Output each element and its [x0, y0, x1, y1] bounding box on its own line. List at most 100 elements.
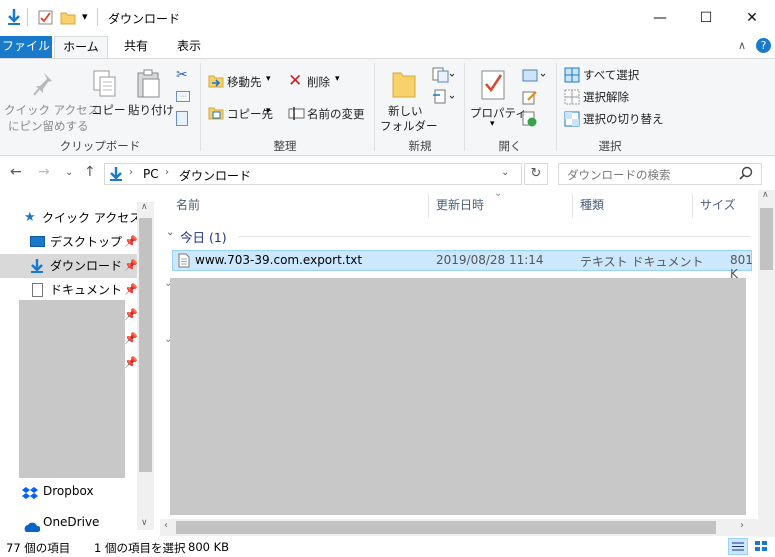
- close-button[interactable]: ✕: [729, 0, 775, 36]
- nav-scroll-thumb[interactable]: [139, 218, 152, 472]
- status-item-count: 77 個の項目: [6, 541, 71, 555]
- new-item-icon[interactable]: [432, 67, 455, 86]
- column-separator[interactable]: [572, 194, 573, 218]
- nav-onedrive[interactable]: OneDrive: [0, 510, 150, 534]
- pin-icon: 📌: [124, 259, 138, 272]
- nav-quick-access[interactable]: ★ クイック アクセス: [0, 206, 150, 230]
- copy-button[interactable]: コピー: [90, 63, 126, 127]
- history-icon[interactable]: [522, 111, 538, 130]
- column-separator[interactable]: [692, 194, 693, 218]
- select-all-label: すべて選択: [583, 68, 640, 82]
- address-dropdown-icon[interactable]: ⌄: [501, 167, 509, 178]
- vertical-scroll-thumb[interactable]: [760, 208, 773, 270]
- horizontal-scrollbar[interactable]: ‹ ›: [160, 519, 758, 536]
- properties-button[interactable]: プロパティ ▾: [468, 63, 527, 137]
- new-folder-label-2: フォルダー: [380, 119, 438, 133]
- group-header-rule: [238, 236, 750, 237]
- nav-dropbox[interactable]: Dropbox: [0, 479, 150, 503]
- address-box[interactable]: › PC › ダウンロード ⌄: [104, 163, 522, 185]
- vertical-scrollbar[interactable]: ∧: [758, 190, 775, 537]
- paste-shortcut-icon[interactable]: [176, 111, 188, 126]
- nav-quick-access-label: クイック アクセス: [42, 211, 142, 225]
- tab-share[interactable]: 共有: [112, 36, 160, 58]
- copy-path-icon[interactable]: ⋯: [176, 91, 190, 102]
- minimize-button[interactable]: —: [637, 0, 683, 36]
- breadcrumb-chevron-icon[interactable]: ›: [165, 167, 169, 178]
- paste-button[interactable]: 貼り付け: [126, 63, 174, 127]
- scroll-left-icon[interactable]: ‹: [164, 520, 168, 531]
- maximize-button[interactable]: ☐: [683, 0, 729, 36]
- open-icon[interactable]: [522, 67, 546, 86]
- pin-label-1: クイック アクセス: [4, 103, 100, 117]
- delete-label: 削除: [307, 75, 330, 89]
- column-header-type[interactable]: 種類: [580, 196, 604, 213]
- breadcrumb-chevron-icon[interactable]: ›: [129, 167, 133, 178]
- group-header-today[interactable]: ⌄ 今日 (1): [162, 226, 752, 246]
- edit-icon[interactable]: [522, 89, 538, 108]
- rename-label: 名前の変更: [307, 107, 365, 121]
- tab-file[interactable]: ファイル: [0, 36, 52, 58]
- scroll-right-icon[interactable]: ›: [740, 520, 744, 531]
- nav-item-documents[interactable]: ドキュメント 📌: [0, 278, 150, 302]
- properties-icon: [480, 69, 506, 104]
- scroll-up-icon[interactable]: ∧: [141, 202, 148, 212]
- invert-selection-icon: [564, 111, 580, 130]
- select-none-label: 選択解除: [583, 90, 629, 104]
- column-separator[interactable]: [428, 194, 429, 218]
- details-view-icon[interactable]: [728, 538, 748, 555]
- copy-to-icon: [208, 105, 226, 124]
- collapse-chevron-icon[interactable]: ⌄: [166, 227, 174, 238]
- large-icons-view-icon[interactable]: [752, 538, 772, 555]
- up-button[interactable]: ↑: [84, 164, 96, 180]
- column-header-size[interactable]: サイズ: [700, 196, 736, 213]
- horizontal-scroll-thumb[interactable]: [176, 521, 716, 534]
- ribbon-separator: [200, 63, 201, 151]
- group-header-today-label: 今日 (1): [180, 230, 227, 245]
- forward-button[interactable]: →: [38, 164, 50, 180]
- cut-icon[interactable]: ✂: [176, 67, 188, 83]
- star-icon: ★: [24, 210, 36, 225]
- invert-selection-label: 選択の切り替え: [583, 112, 664, 126]
- new-folder-button[interactable]: 新しい フォルダー: [380, 63, 438, 137]
- search-box[interactable]: ダウンロードの検索: [558, 163, 762, 185]
- refresh-button[interactable]: ↻: [524, 163, 548, 185]
- search-input[interactable]: ダウンロードの検索: [567, 167, 671, 183]
- qat-dropdown-icon[interactable]: ▾: [82, 10, 88, 23]
- select-group-label: 選択: [598, 139, 622, 153]
- pin-icon: 📌: [124, 235, 138, 248]
- rename-icon: [288, 106, 306, 123]
- nav-dropbox-label: Dropbox: [43, 484, 94, 498]
- scroll-down-icon[interactable]: ∨: [141, 518, 148, 528]
- easy-access-icon[interactable]: [432, 89, 455, 108]
- file-size: 801 K: [730, 253, 753, 281]
- recent-locations-icon[interactable]: ⌄: [65, 167, 73, 178]
- title-divider: [27, 8, 28, 26]
- tab-home[interactable]: ホーム: [54, 36, 108, 58]
- column-header-name[interactable]: 名前: [176, 196, 200, 213]
- back-button[interactable]: ←: [10, 164, 22, 180]
- pin-icon: 📌: [124, 332, 138, 345]
- paste-label: 貼り付け: [128, 103, 174, 117]
- table-row[interactable]: www.703-39.com.export.txt 2019/08/28 11:…: [172, 250, 753, 281]
- text-file-icon: [178, 253, 190, 271]
- copy-to-dropdown-icon: ▾: [266, 106, 271, 116]
- redacted-region: [19, 300, 125, 478]
- help-icon[interactable]: ?: [756, 38, 771, 53]
- nav-item-desktop[interactable]: デスクトップ 📌: [0, 230, 150, 254]
- new-folder-quick-icon[interactable]: [60, 10, 76, 28]
- breadcrumb-pc[interactable]: PC: [143, 167, 159, 181]
- desktop-icon: [30, 236, 45, 247]
- properties-check-icon[interactable]: [38, 10, 53, 28]
- ribbon: クイック アクセス にピン留めする コピー 貼り付け ✂ ⋯ クリップボード 移…: [0, 58, 775, 156]
- ribbon-collapse-icon[interactable]: ∧: [738, 39, 746, 52]
- organize-group-label: 整理: [273, 139, 297, 153]
- column-header-modified[interactable]: 更新日時: [436, 196, 484, 213]
- breadcrumb-downloads[interactable]: ダウンロード: [179, 167, 251, 184]
- tab-view[interactable]: 表示: [165, 36, 213, 58]
- nav-scrollbar[interactable]: ∧ ∨: [137, 202, 154, 530]
- file-type: テキスト ドキュメント: [580, 255, 704, 269]
- scroll-up-icon[interactable]: ∧: [762, 190, 769, 200]
- nav-item-downloads[interactable]: ダウンロード 📌: [0, 254, 150, 278]
- move-to-icon: [208, 73, 226, 92]
- download-arrow-icon[interactable]: [6, 8, 22, 29]
